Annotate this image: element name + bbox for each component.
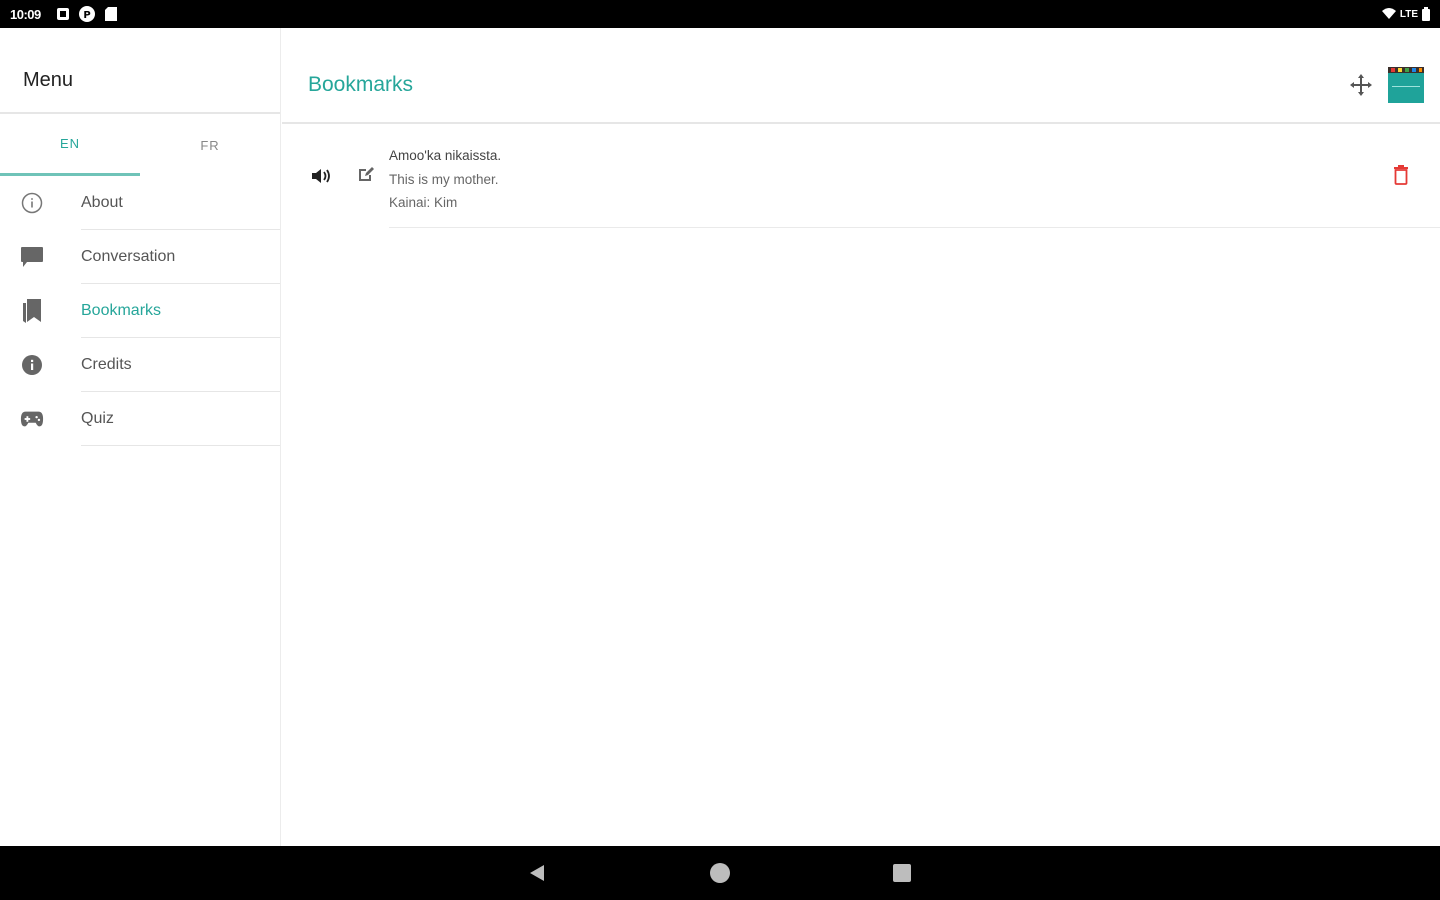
sidebar-item-label: Credits [81, 338, 280, 392]
status-notification-icons: P [56, 6, 117, 22]
language-tabs: EN FR [0, 114, 280, 176]
recents-icon[interactable] [893, 864, 911, 882]
sidebar-item-credits[interactable]: Credits [0, 338, 280, 392]
sidebar-item-label: Bookmarks [81, 284, 280, 338]
bookmark-phrase: Amoo'ka nikaissta. [389, 148, 502, 163]
main-content: Bookmarks Amoo'ka nikaissta. This is my … [282, 28, 1440, 846]
home-icon[interactable] [710, 863, 730, 883]
bookmark-speaker: Kainai: Kim [389, 195, 458, 210]
sd-card-icon [104, 7, 117, 21]
trash-icon [1394, 165, 1408, 185]
gamepad-icon [20, 407, 44, 431]
app-bar: Bookmarks [282, 28, 1440, 124]
bookmark-text: Amoo'ka nikaissta. This is my mother. Ka… [389, 144, 1440, 228]
app-bar-actions [1348, 67, 1440, 103]
bookmark-list: Amoo'ka nikaissta. This is my mother. Ka… [282, 124, 1440, 228]
status-bar: 10:09 P LTE [0, 0, 1440, 28]
status-time: 10:09 [10, 6, 41, 22]
status-system-icons: LTE [1381, 7, 1430, 21]
notification-circle-icon: P [78, 6, 95, 22]
move-arrows-icon [1350, 74, 1372, 96]
delete-bookmark-button[interactable] [1392, 164, 1410, 186]
chat-bubble-icon [20, 245, 44, 269]
sidebar-item-conversation[interactable]: Conversation [0, 230, 280, 284]
tab-fr[interactable]: FR [140, 114, 280, 176]
back-icon[interactable] [528, 864, 546, 882]
sidebar-item-quiz[interactable]: Quiz [0, 392, 280, 446]
info-filled-icon [20, 353, 44, 377]
svg-text:P: P [83, 10, 90, 21]
speaker-icon [312, 169, 330, 183]
list-item: Amoo'ka nikaissta. This is my mother. Ka… [282, 124, 1440, 228]
bookmarks-icon [20, 299, 44, 323]
notification-square-icon [56, 8, 69, 20]
sidebar-item-about[interactable]: About [0, 176, 280, 230]
info-outline-icon [20, 191, 44, 215]
play-audio-button[interactable] [310, 166, 334, 186]
menu-title: Menu [0, 28, 280, 114]
sidebar-nav: About Conversation Bookmarks Credits Qui… [0, 176, 280, 446]
sidebar-item-label: Conversation [81, 230, 280, 284]
app-logo [1388, 67, 1424, 103]
bookmark-translation: This is my mother. [389, 171, 499, 187]
battery-icon [1422, 7, 1430, 21]
network-type: LTE [1399, 8, 1418, 20]
sidebar-item-label: Quiz [81, 392, 280, 446]
sidebar-item-bookmarks[interactable]: Bookmarks [0, 284, 280, 338]
wifi-icon [1381, 8, 1396, 19]
sidebar: Menu EN FR About Conversation Bookmarks [0, 28, 281, 846]
page-title: Bookmarks [308, 73, 414, 96]
move-button[interactable] [1348, 72, 1374, 98]
tab-en[interactable]: EN [0, 114, 140, 176]
system-nav-bar [0, 846, 1440, 900]
sidebar-item-label: About [81, 176, 280, 230]
edit-icon [359, 167, 374, 181]
